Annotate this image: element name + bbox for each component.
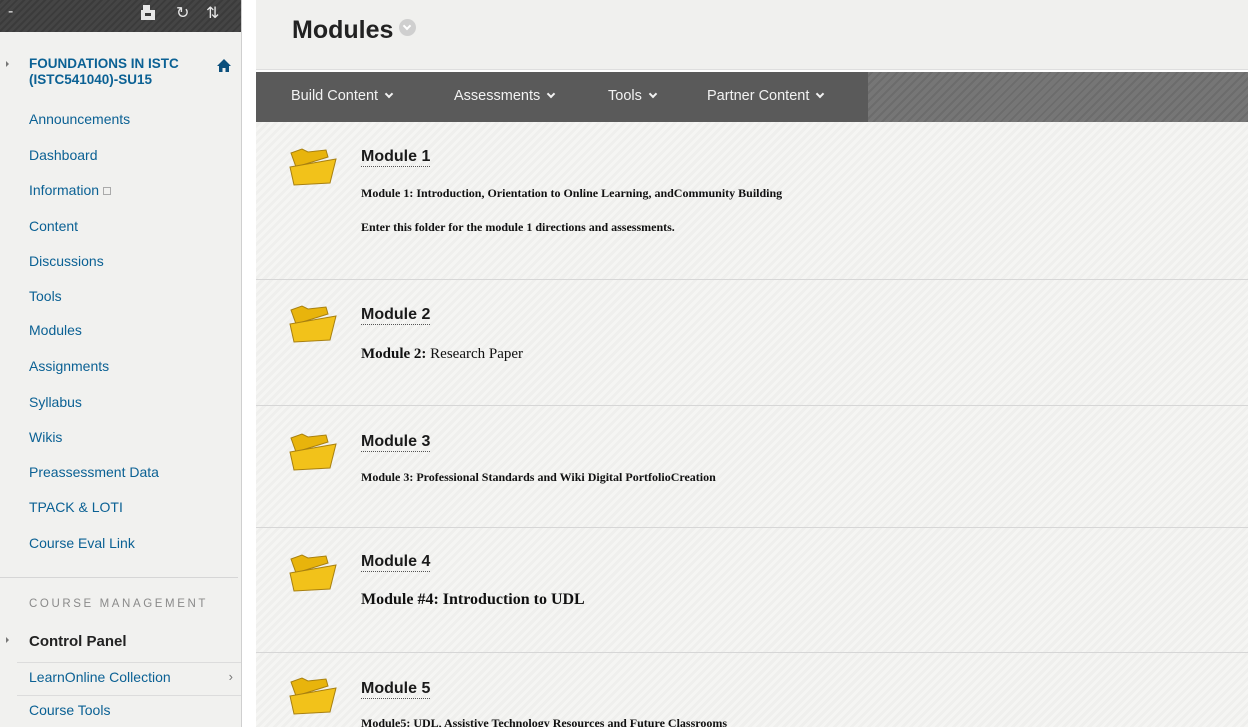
page-header: Modules	[256, 0, 1248, 70]
partner-content-menu[interactable]: Partner Content	[707, 88, 825, 104]
module-description: Module #4: Introduction to UDL	[361, 591, 585, 608]
menu-label: Partner Content	[707, 88, 810, 104]
module-description: Module 3: Professional Standards and Wik…	[361, 470, 716, 484]
course-title[interactable]: FOUNDATIONS IN ISTC (ISTC541040)-SU15	[29, 56, 234, 88]
sidebar-item-discussions[interactable]: Discussions	[29, 252, 104, 270]
chevron-down-icon	[546, 89, 556, 99]
module-description-text: Research Paper	[426, 346, 524, 362]
module-description: Module 1: Introduction, Orientation to O…	[361, 186, 783, 200]
module-4-link[interactable]: Module 4	[361, 553, 431, 572]
sidebar-item-learnonline-collection[interactable]: LearnOnline Collection ›	[17, 662, 241, 692]
sidebar-item-label: Syllabus	[29, 394, 82, 410]
collapse-menu-icon[interactable]: -	[8, 2, 13, 22]
list-item: Module 4 Module #4: Introduction to UDL	[256, 529, 1248, 653]
sidebar-item-content[interactable]: Content	[29, 217, 78, 235]
sidebar-item-label: Content	[29, 218, 79, 234]
module-5-link[interactable]: Module 5	[361, 680, 431, 699]
sidebar-toolbar: - ↻ ⇅	[0, 0, 241, 32]
menu-label: Assessments	[454, 88, 541, 104]
menu-label: Tools	[608, 88, 642, 104]
module-description: Enter this folder for the module 1 direc…	[361, 220, 675, 234]
folder-icon	[288, 147, 340, 187]
sidebar-item-label: LearnOnline Collection	[29, 669, 171, 685]
expand-marker-icon	[6, 61, 9, 67]
module-2-link[interactable]: Module 2	[361, 306, 431, 325]
course-menu-sidebar: - ↻ ⇅ FOUNDATIONS IN ISTC (ISTC541040)-S…	[0, 0, 242, 727]
control-panel-heading[interactable]: Control Panel	[29, 633, 127, 650]
expand-marker-icon	[6, 637, 9, 643]
sidebar-item-label: Discussions	[29, 253, 104, 269]
sidebar-item-label: Course Tools	[29, 702, 111, 718]
course-management-heading: COURSE MANAGEMENT	[29, 598, 209, 610]
sidebar-item-label: TPACK & LOTI	[29, 499, 123, 515]
module-description: Module 2: Research Paper	[361, 346, 523, 363]
title-options-icon[interactable]	[399, 19, 417, 36]
list-item: Module 1 Module 1: Introduction, Orienta…	[256, 122, 1248, 280]
folder-icon	[288, 676, 340, 716]
sidebar-item-information[interactable]: Information	[29, 181, 112, 199]
sidebar-item-assignments[interactable]: Assignments	[29, 357, 109, 375]
chevron-down-icon	[816, 89, 825, 99]
chevron-down-icon	[384, 89, 394, 99]
sidebar-item-tools[interactable]: Tools	[29, 287, 62, 305]
sidebar-item-label: Tools	[29, 288, 62, 304]
reorder-icon[interactable]: ⇅	[206, 4, 219, 24]
sidebar-item-label: Wikis	[29, 429, 63, 445]
chevron-right-icon: ›	[228, 669, 233, 684]
sidebar-item-dashboard[interactable]: Dashboard	[29, 146, 98, 164]
refresh-icon[interactable]: ↻	[176, 4, 189, 24]
page-icon	[103, 187, 112, 196]
sidebar-item-label: Course Eval Link	[29, 535, 135, 551]
list-item: Module 2 Module 2: Research Paper	[256, 281, 1248, 406]
sidebar-item-wikis[interactable]: Wikis	[29, 428, 62, 446]
sidebar-item-label: Announcements	[29, 111, 131, 127]
module-3-link[interactable]: Module 3	[361, 433, 431, 452]
assessments-menu[interactable]: Assessments	[454, 88, 556, 104]
folder-icon	[288, 432, 340, 472]
folder-icon	[288, 553, 340, 593]
page-title-text: Modules	[292, 16, 394, 44]
folder-icon	[288, 304, 340, 344]
action-toolbar: Build Content Assessments Tools Partner …	[256, 72, 1248, 122]
home-icon[interactable]	[216, 58, 232, 78]
section-divider	[0, 577, 238, 578]
list-item: Module 5 Module5: UDL, Assistive Technol…	[256, 654, 1248, 727]
module-description-bold: Module 2:	[361, 346, 427, 362]
list-item: Module 3 Module 3: Professional Standard…	[256, 407, 1248, 528]
build-content-menu[interactable]: Build Content	[291, 88, 394, 104]
content-list: Module 1 Module 1: Introduction, Orienta…	[256, 122, 1248, 727]
action-toolbar-menu: Build Content Assessments Tools Partner …	[256, 72, 868, 122]
sidebar-item-course-eval-link[interactable]: Course Eval Link	[29, 534, 135, 552]
sidebar-item-label: Modules	[29, 322, 82, 338]
sidebar-item-modules[interactable]: Modules	[29, 321, 82, 339]
module-1-link[interactable]: Module 1	[361, 148, 431, 167]
sidebar-item-preassessment-data[interactable]: Preassessment Data	[29, 463, 159, 481]
sidebar-item-syllabus[interactable]: Syllabus	[29, 393, 82, 411]
sidebar-item-tpack-loti[interactable]: TPACK & LOTI	[29, 498, 123, 516]
sidebar-item-label: Assignments	[29, 358, 110, 374]
page-title: Modules	[292, 16, 417, 45]
sidebar-item-course-tools[interactable]: Course Tools	[17, 695, 241, 725]
folder-view-icon[interactable]	[140, 4, 156, 28]
sidebar-item-label: Dashboard	[29, 147, 98, 163]
sidebar-item-label: Preassessment Data	[29, 464, 159, 480]
module-description: Module5: UDL, Assistive Technology Resou…	[361, 716, 728, 727]
sidebar-item-label: Information	[29, 182, 100, 198]
sidebar-item-announcements[interactable]: Announcements	[29, 110, 130, 128]
chevron-down-icon	[648, 89, 658, 99]
menu-label: Build Content	[291, 88, 379, 104]
tools-menu[interactable]: Tools	[608, 88, 658, 104]
